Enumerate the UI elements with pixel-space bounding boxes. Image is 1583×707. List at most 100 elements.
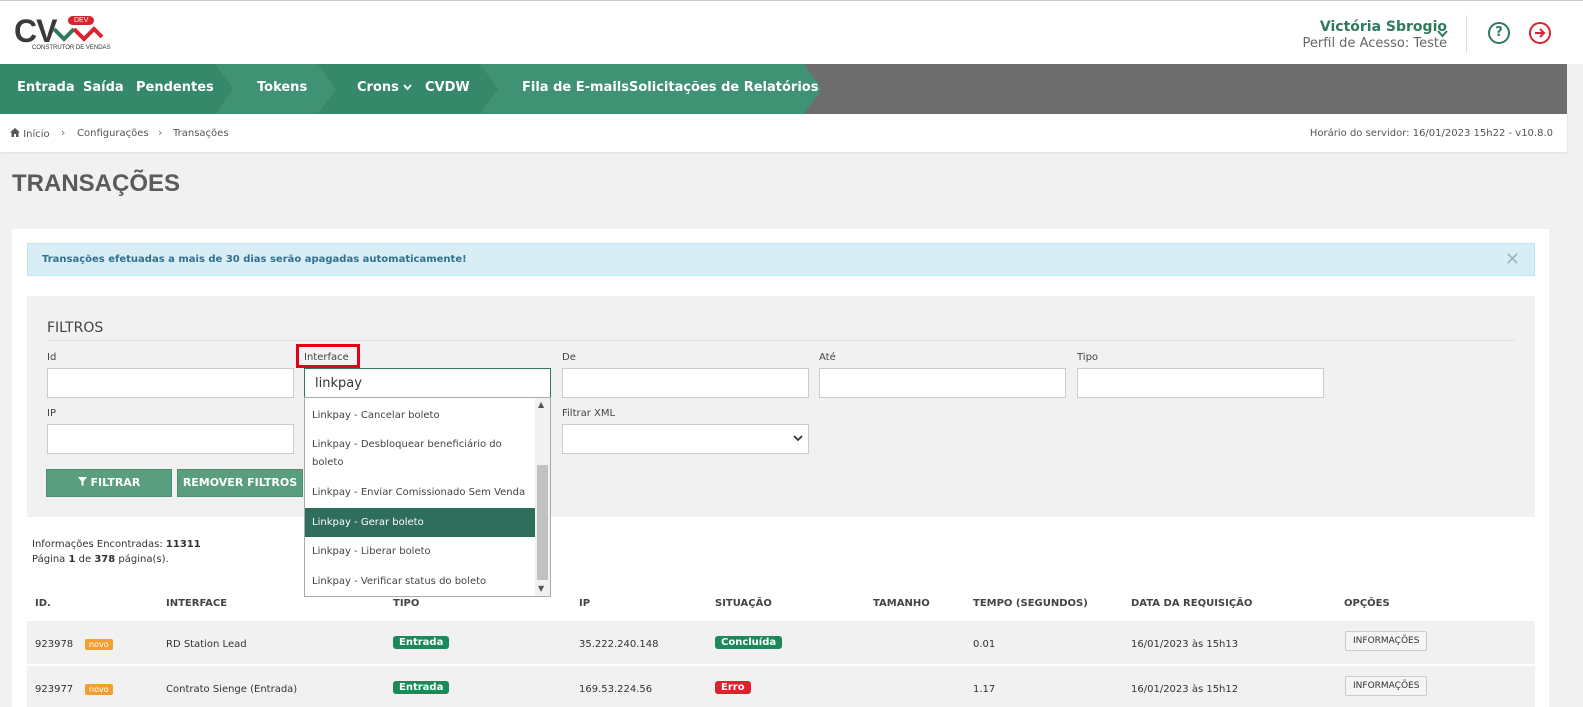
breadcrumb: Início › Configurações › Transações Horá…	[0, 114, 1567, 152]
tipo-badge: Entrada	[393, 636, 450, 649]
new-badge: novo	[85, 639, 113, 650]
user-name: Victória Sbrogio	[1319, 19, 1447, 35]
nav-item-crons-label: Crons	[357, 80, 399, 95]
top-header: CV DEV CONSTRUTOR DE VENDAS Victória Sbr…	[0, 0, 1583, 64]
dropdown-option-highlighted[interactable]: Linkpay - Gerar boleto	[305, 508, 535, 537]
th-ip: IP	[579, 598, 591, 609]
row-interface: RD Station Lead	[166, 639, 247, 650]
home-icon	[10, 128, 20, 137]
filtrar-xml-select[interactable]	[562, 424, 809, 454]
main-nav: Entrada Saída Pendentes Tokens Crons CVD…	[0, 64, 1567, 114]
nav-item-solicitacoes[interactable]: Solicitações de Relatórios	[629, 80, 818, 95]
th-tempo: TEMPO (SEGUNDOS)	[973, 598, 1088, 609]
row-id: 923977	[35, 684, 74, 695]
row-tempo: 0.01	[973, 639, 996, 650]
server-time: Horário do servidor: 16/01/2023 15h22 - …	[1309, 128, 1553, 139]
chevron-down-icon	[793, 432, 803, 445]
chevron-right-icon: ›	[61, 126, 66, 139]
results-found-label: Informações Encontradas:	[32, 539, 163, 550]
chevron-down-icon	[403, 84, 413, 91]
interface-dropdown: Linkpay - Cancelar boleto Linkpay - Desb…	[304, 397, 551, 597]
breadcrumb-configuracoes[interactable]: Configurações	[77, 128, 149, 139]
filter-icon	[77, 477, 87, 486]
ip-label: IP	[47, 408, 56, 419]
dropdown-option[interactable]: Linkpay - Cancelar boleto	[305, 407, 535, 425]
id-field[interactable]	[47, 368, 294, 398]
chevron-right-icon: ›	[158, 126, 163, 139]
filter-button[interactable]: FILTRAR	[46, 469, 172, 497]
page-suffix: página(s).	[118, 554, 169, 565]
th-tamanho: TAMANHO	[873, 598, 930, 609]
row-tempo: 1.17	[973, 684, 996, 695]
logo-subtitle: CONSTRUTOR DE VENDAS	[32, 45, 111, 51]
tipo-label: Tipo	[1077, 352, 1099, 363]
alert-text: Transações efetuadas a mais de 30 dias s…	[42, 254, 467, 265]
nav-item-saida[interactable]: Saída	[83, 80, 124, 95]
th-data: DATA DA REQUISIÇÃO	[1131, 598, 1253, 609]
id-label: Id	[47, 352, 57, 363]
row-ip: 169.53.224.56	[579, 684, 653, 695]
ate-field[interactable]	[819, 368, 1066, 398]
info-button[interactable]: INFORMAÇÕES	[1345, 676, 1428, 696]
breadcrumb-transacoes: Transações	[173, 128, 229, 139]
nav-item-pendentes[interactable]: Pendentes	[136, 80, 214, 95]
page-current: 1	[68, 554, 76, 565]
nav-item-fila-emails[interactable]: Fila de E-mails	[522, 80, 629, 95]
interface-field[interactable]	[304, 368, 551, 398]
row-data: 16/01/2023 às 15h13	[1131, 639, 1239, 650]
row-ip: 35.222.240.148	[579, 639, 659, 650]
th-opcoes: OPÇÕES	[1344, 598, 1390, 609]
dropdown-option[interactable]: Linkpay - Verificar status do boleto	[305, 573, 535, 591]
page-prefix: Página	[32, 554, 66, 565]
row-id: 923978	[35, 639, 74, 650]
page-of: de	[78, 554, 92, 565]
filters-divider	[47, 340, 1515, 341]
user-profile: Perfil de Acesso: Teste	[1302, 36, 1447, 51]
th-situacao: SITUAÇÃO	[715, 598, 772, 609]
dropdown-option[interactable]: Linkpay - Liberar boleto	[305, 543, 535, 561]
de-field[interactable]	[562, 368, 809, 398]
dropdown-option[interactable]: Linkpay - Desbloquear beneficiário do bo…	[305, 436, 535, 472]
logout-icon[interactable]	[1528, 21, 1552, 49]
info-button[interactable]: INFORMAÇÕES	[1345, 631, 1428, 651]
th-interface: INTERFACE	[166, 598, 228, 609]
status-badge: Concluída	[715, 636, 783, 649]
tipo-badge: Entrada	[393, 681, 450, 694]
close-icon[interactable]: ✕	[1505, 249, 1520, 270]
nav-item-tokens[interactable]: Tokens	[257, 80, 307, 95]
results-found-count: 11311	[165, 539, 201, 550]
remove-filters-button[interactable]: REMOVER FILTROS	[177, 469, 303, 497]
row-data: 16/01/2023 às 15h12	[1131, 684, 1239, 695]
row-interface: Contrato Sienge (Entrada)	[166, 684, 298, 695]
nav-item-cvdw[interactable]: CVDW	[425, 80, 470, 95]
highlight-box	[296, 344, 360, 368]
scroll-down-icon[interactable]: ▼	[538, 584, 544, 593]
breadcrumb-home[interactable]: Início	[10, 128, 50, 140]
tipo-field[interactable]	[1077, 368, 1324, 398]
results-found: Informações Encontradas: 11311	[32, 539, 201, 550]
scroll-up-icon[interactable]: ▲	[538, 400, 544, 409]
info-alert: Transações efetuadas a mais de 30 dias s…	[27, 243, 1535, 276]
page-title: TRANSAÇÕES	[12, 170, 181, 197]
nav-item-crons[interactable]: Crons	[357, 80, 413, 95]
th-tipo: TIPO	[393, 598, 420, 609]
new-badge: novo	[85, 684, 113, 695]
dropdown-option[interactable]: Linkpay - Enviar Comissionado Sem Venda	[305, 484, 535, 502]
ip-field[interactable]	[47, 424, 294, 454]
breadcrumb-inicio: Início	[23, 129, 50, 140]
nav-item-entrada[interactable]: Entrada	[17, 80, 75, 95]
chevron-down-icon[interactable]	[1437, 27, 1448, 41]
page-total: 378	[94, 554, 116, 565]
results-page-info: Página 1 de 378 página(s).	[32, 554, 169, 565]
filters-title: FILTROS	[47, 320, 104, 336]
de-label: De	[562, 352, 576, 363]
cv-logo[interactable]: CV DEV CONSTRUTOR DE VENDAS	[14, 13, 111, 55]
logo-wave-icon	[52, 26, 104, 42]
help-icon[interactable]: ?	[1488, 22, 1510, 44]
filtrar-xml-label: Filtrar XML	[562, 408, 616, 419]
scrollbar-thumb[interactable]	[537, 465, 548, 580]
header-divider	[1466, 15, 1467, 53]
dev-badge: DEV	[68, 16, 95, 25]
user-menu[interactable]: Victória Sbrogio Perfil de Acesso: Teste	[1303, 19, 1447, 51]
status-badge: Erro	[715, 681, 751, 694]
